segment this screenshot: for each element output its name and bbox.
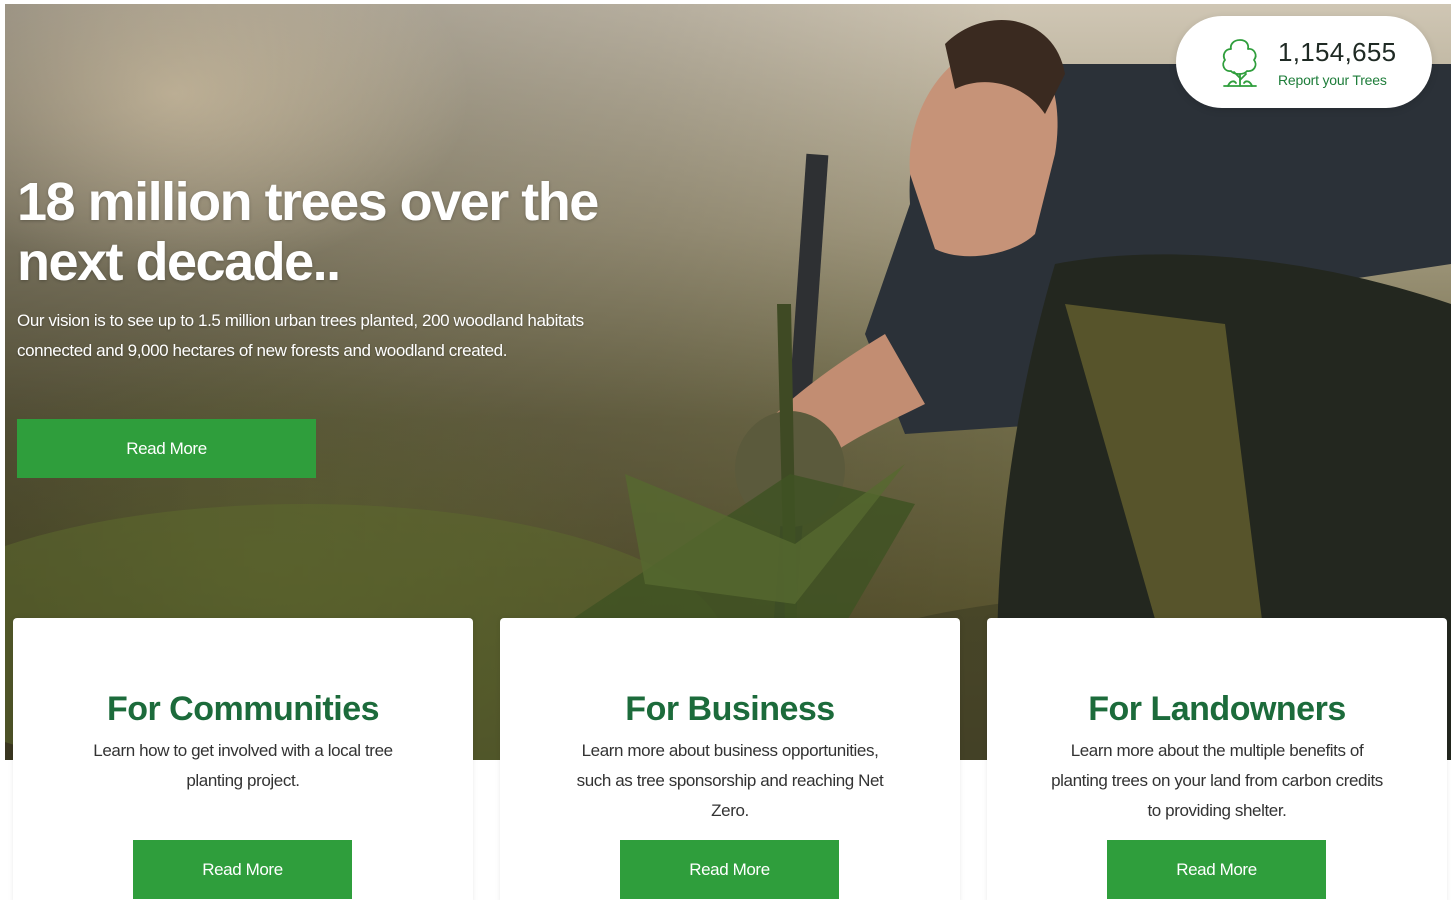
landowners-read-more-button[interactable]: Read More [1107,840,1326,899]
card-title: For Landowners [1088,690,1346,728]
card-title: For Communities [106,690,380,728]
card-text: Learn how to get involved with a local t… [93,741,393,790]
card-business: For Business Learn more about business o… [500,618,960,900]
tree-counter-text: 1,154,655 Report your Trees [1278,37,1396,88]
hero-read-more-button[interactable]: Read More [17,419,316,478]
card-landowners: For Landowners Learn more about the mult… [987,618,1447,900]
tree-icon [1222,39,1257,87]
business-read-more-button[interactable]: Read More [620,840,839,899]
card-text: Learn more about business opportunities,… [576,741,884,820]
report-trees-link[interactable]: Report your Trees [1278,72,1396,88]
card-communities: For Communities Learn how to get involve… [13,618,473,900]
hero-description: Our vision is to see up to 1.5 million u… [17,311,584,360]
hero-content: 18 million trees over the next decade.. … [17,172,617,478]
tree-counter-badge[interactable]: 1,154,655 Report your Trees [1176,16,1432,108]
hero-title: 18 million trees over the next decade.. [17,172,599,292]
card-text: Learn more about the multiple benefits o… [1051,741,1383,820]
tree-counter-value: 1,154,655 [1278,36,1397,67]
card-title: For Business [625,690,835,728]
communities-read-more-button[interactable]: Read More [133,840,352,899]
